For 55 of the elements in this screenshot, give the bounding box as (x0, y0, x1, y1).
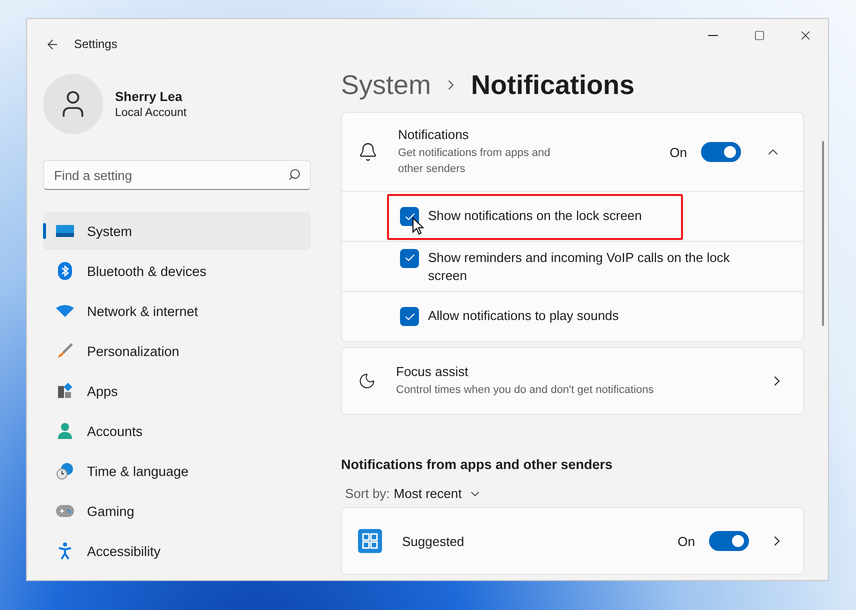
bell-icon (358, 142, 378, 162)
toggle-switch[interactable] (709, 531, 749, 551)
sidebar-item[interactable]: Apps (43, 372, 311, 410)
person-icon (57, 422, 73, 440)
check-icon (404, 252, 416, 264)
apps-icon (57, 383, 73, 399)
app-card[interactable]: Suggested On (341, 507, 804, 575)
sidebar-item[interactable]: Personalization (43, 332, 311, 370)
window-title: Settings (74, 37, 118, 51)
maximize-icon (754, 30, 764, 40)
breadcrumb-link[interactable]: System (341, 70, 432, 100)
setting-title: Notifications (398, 127, 470, 142)
toggle-switch[interactable] (701, 142, 741, 162)
minimize-icon (708, 34, 718, 36)
monitor-icon (56, 225, 74, 237)
toggle-label: On (678, 534, 695, 548)
sidebar-item[interactable]: Accessibility (43, 532, 311, 570)
setting-title: Focus assist (396, 364, 470, 379)
check-icon (404, 310, 416, 322)
gamepad-icon (56, 505, 74, 517)
scrollbar[interactable] (822, 141, 824, 326)
search-field[interactable]: Find a setting (43, 160, 311, 190)
focus-assist-card[interactable]: Focus assist Control times when you do and don't get notifications (341, 347, 804, 415)
clock-globe-icon (56, 462, 74, 480)
paintbrush-icon (57, 343, 73, 359)
sort-dropdown[interactable]: Most recent (394, 486, 482, 501)
sidebar-item[interactable]: Bluetooth & devices (43, 252, 311, 290)
app-tile-icon (358, 529, 382, 553)
sidebar-item[interactable]: Network & internet (43, 292, 311, 330)
accessibility-icon (58, 542, 72, 560)
checkbox-label: Show reminders and incoming VoIP calls on the lock screen (428, 248, 731, 284)
sidebar-item[interactable]: Accounts (43, 412, 311, 450)
check-icon (404, 210, 416, 222)
cursor-icon (412, 217, 424, 235)
checkbox[interactable] (400, 207, 419, 226)
checkbox[interactable] (400, 248, 419, 268)
moon-icon (358, 372, 376, 390)
toggle-label: On (670, 144, 687, 160)
account-type: Local Account (115, 107, 187, 119)
setting-description: Get notifications from apps and other senders (398, 146, 552, 177)
sidebar-item[interactable]: Time & language (43, 452, 311, 490)
checkbox-label: Allow notifications to play sounds (428, 307, 619, 325)
search-icon (288, 168, 301, 181)
sidebar-item[interactable]: Gaming (43, 492, 311, 530)
user-name: Sherry Lea (115, 89, 184, 104)
bluetooth-icon (58, 262, 72, 280)
app-name: Suggested (402, 534, 466, 548)
checkbox-label: Show notifications on the lock screen (428, 207, 642, 225)
checkbox[interactable] (400, 307, 419, 326)
setting-description: Control times when you do and don't get notifications (396, 383, 655, 398)
page-title: Notifications (471, 70, 635, 100)
sort-label: Sort by: (345, 486, 390, 501)
sidebar-item[interactable]: System (43, 212, 311, 250)
section-heading: Notifications from apps and other senders (341, 457, 614, 472)
wifi-icon (56, 305, 74, 317)
